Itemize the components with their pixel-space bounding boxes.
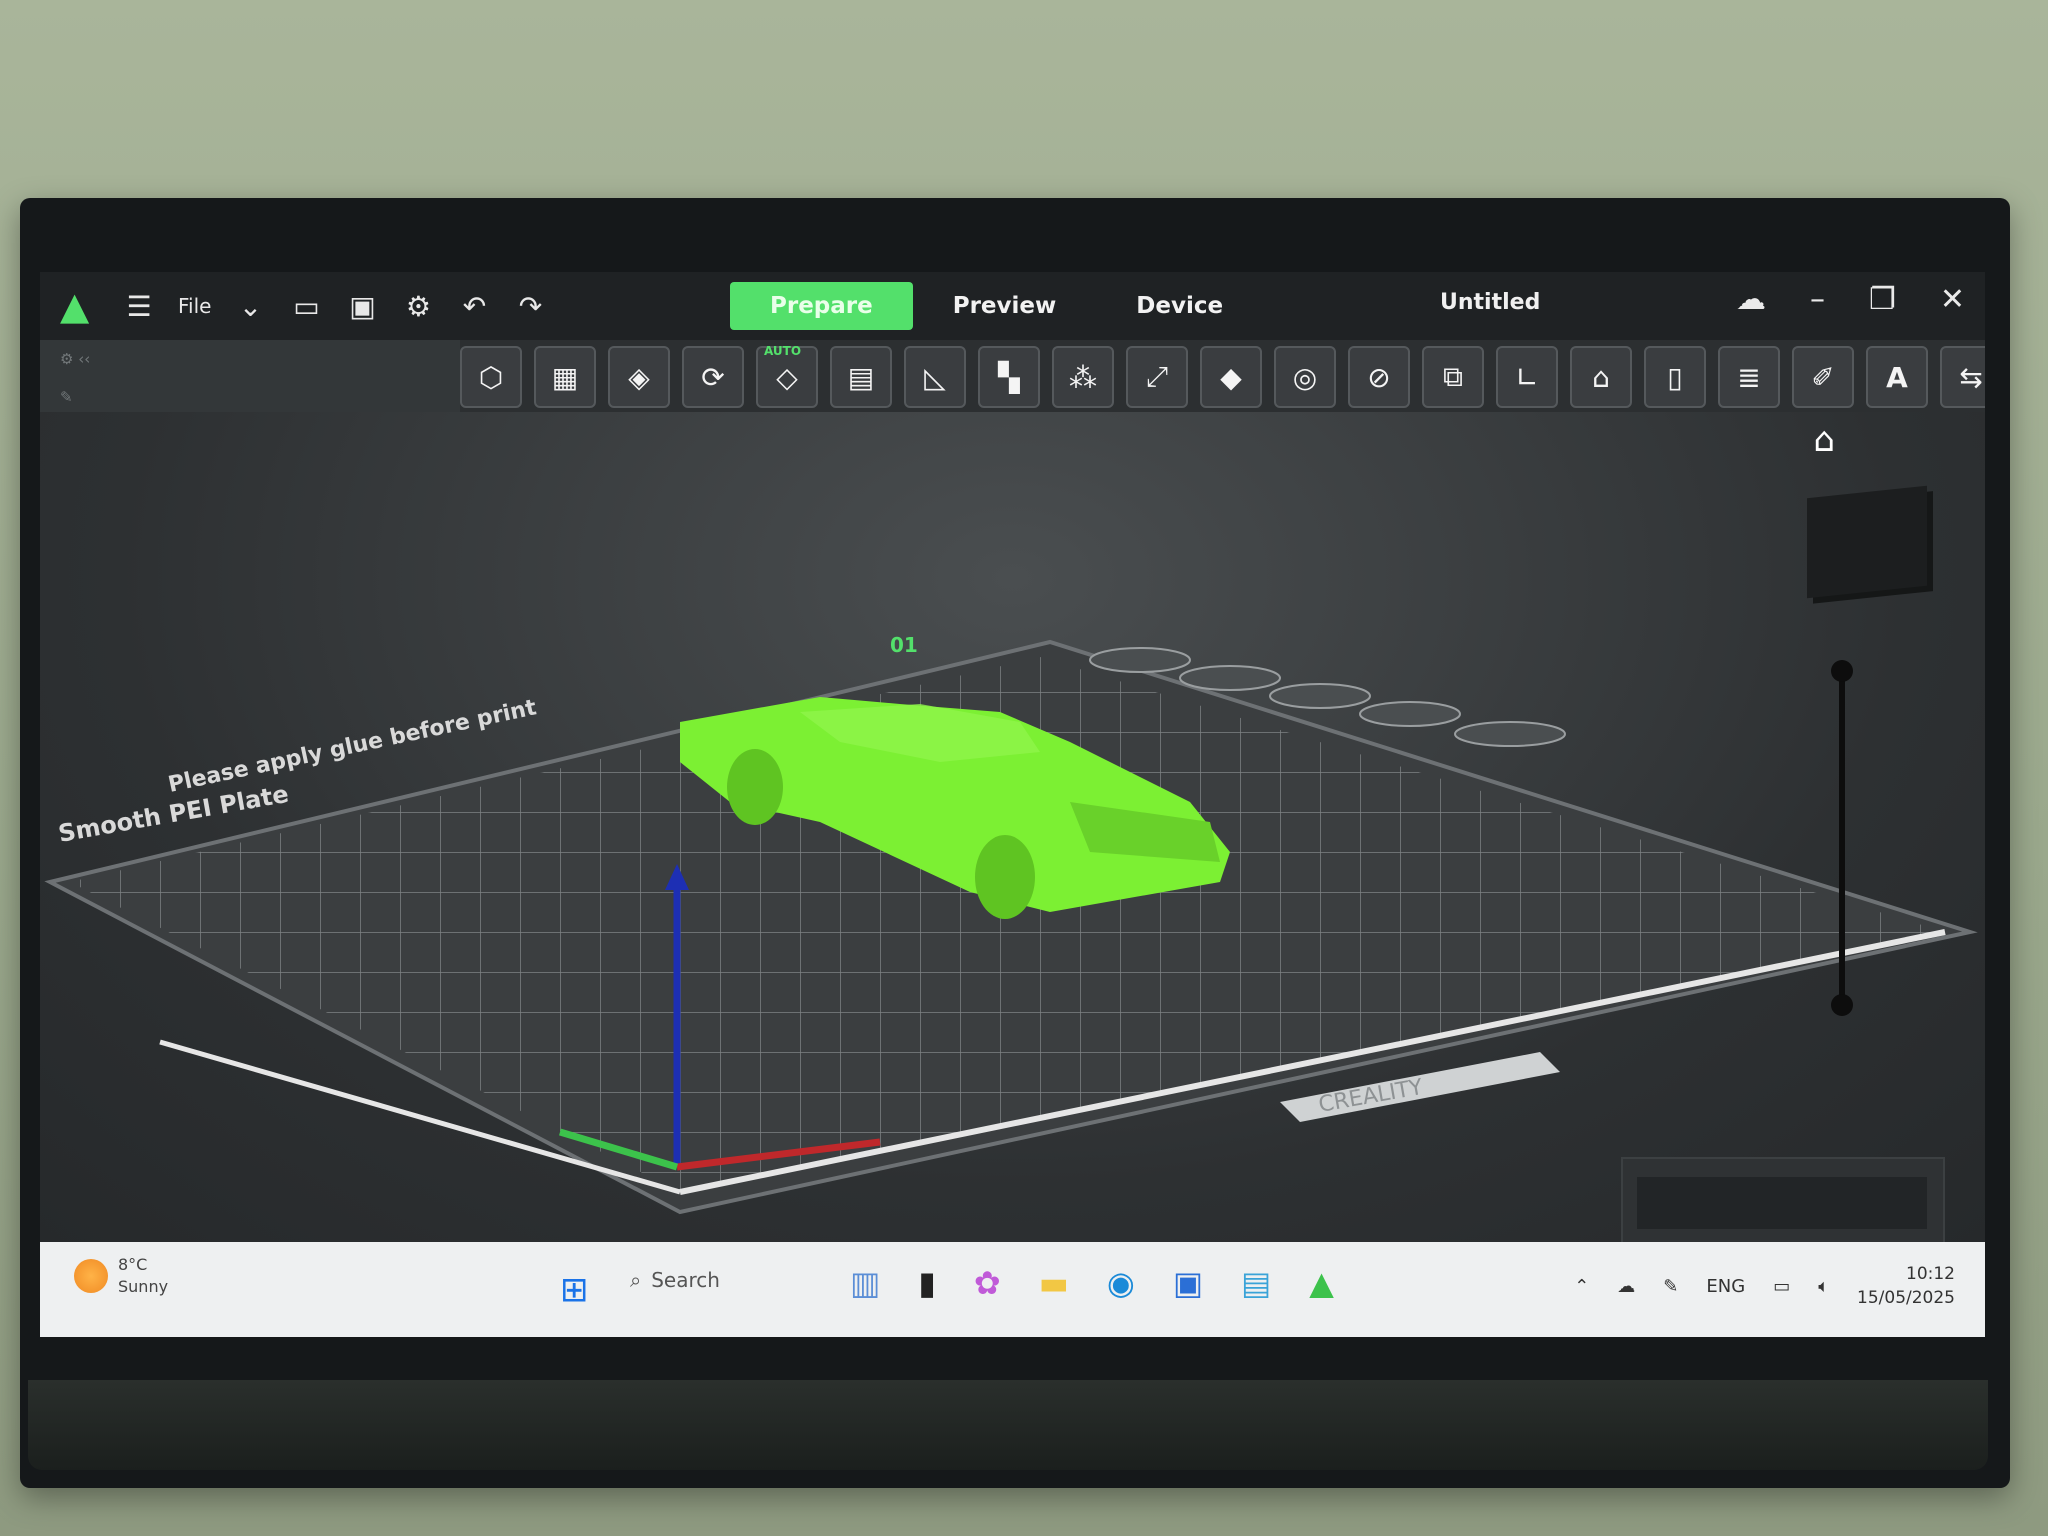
monitor-bezel (28, 1380, 1988, 1470)
redo-icon[interactable]: ↷ (513, 290, 547, 323)
minimize-icon[interactable]: – (1810, 282, 1825, 317)
creality-print-icon[interactable]: ▲ (1309, 1264, 1334, 1302)
paint-icon[interactable]: ✐ (1792, 346, 1854, 408)
undo-icon[interactable]: ↶ (457, 290, 491, 323)
rotate-icon[interactable]: ⟳ (682, 346, 744, 408)
copilot-icon[interactable]: ✿ (974, 1264, 1001, 1302)
weather-temp: 8°C (118, 1255, 148, 1274)
window-controls: ☁ – ❐ ✕ (1736, 282, 1965, 317)
tab-preview[interactable]: Preview (913, 282, 1097, 330)
view-cube[interactable] (1807, 485, 1927, 599)
plate-close-button[interactable] (1089, 647, 1191, 673)
maximize-icon[interactable]: ❐ (1869, 282, 1896, 317)
auto-orient-icon[interactable]: AUTO ◇ (756, 344, 818, 408)
home-icon[interactable]: ⌂ (1813, 420, 1835, 460)
plate-arrange-button[interactable] (1269, 683, 1371, 709)
system-tray: ⌃ ☁ ✎ ENG ▭ 🔈︎ 10:12 15/05/2025 (1574, 1262, 1955, 1310)
cloud-icon[interactable]: ☁ (1617, 1276, 1635, 1297)
layer-slider-top-handle[interactable] (1831, 660, 1853, 682)
open-folder-icon[interactable]: ▭ (289, 290, 323, 323)
window-title: Untitled (1440, 290, 1541, 315)
arrange-icon[interactable]: ▚ (978, 346, 1040, 408)
file-explorer-icon[interactable]: ▬ (1039, 1264, 1069, 1302)
chevron-down-icon[interactable]: ⌄ (233, 290, 267, 323)
clock-time: 10:12 (1906, 1264, 1955, 1284)
grid-pattern-icon[interactable]: ◈ (608, 346, 670, 408)
add-plate-icon[interactable]: ▦ (534, 346, 596, 408)
tab-device[interactable]: Device (1096, 282, 1263, 330)
file-menu[interactable]: File (178, 294, 211, 318)
plate-lock-button[interactable] (1359, 701, 1461, 727)
main-tabs: Prepare Preview Device (730, 282, 1263, 330)
hollow-icon[interactable]: ◎ (1274, 346, 1336, 408)
auto-badge: AUTO (764, 344, 802, 358)
task-view-icon[interactable]: ▮ (918, 1264, 936, 1302)
language-indicator[interactable]: ENG (1706, 1276, 1745, 1297)
plate-number: 01 (890, 633, 918, 657)
app-logo-icon: ▲ (60, 284, 90, 328)
side-panel-row: ⚙ ‹‹ (60, 350, 91, 368)
pen-icon[interactable]: ✎ (1663, 1276, 1678, 1297)
close-icon[interactable]: ✕ (1940, 282, 1965, 317)
add-model-icon[interactable]: ⬡ (460, 346, 522, 408)
volume-icon[interactable]: 🔈︎ (1818, 1276, 1829, 1297)
layers-icon[interactable]: ≣ (1718, 346, 1780, 408)
search-placeholder: Search (651, 1268, 720, 1292)
info-row (1637, 1177, 1927, 1229)
windows-start-icon[interactable]: ⊞ (560, 1270, 589, 1310)
layout-icon[interactable]: ▤ (830, 346, 892, 408)
side-panel-edit-icon[interactable]: ✎ (40, 378, 460, 416)
weather-widget[interactable]: 8°C Sunny (74, 1254, 168, 1298)
menu-icon[interactable]: ☰ (122, 290, 156, 323)
scale-icon[interactable]: ⤢ (1126, 346, 1188, 408)
app-icon[interactable]: ▤ (1241, 1264, 1271, 1302)
clock-date: 15/05/2025 (1857, 1288, 1955, 1308)
settings-icon[interactable]: ⚙ (401, 290, 435, 323)
3d-viewport[interactable]: CREALITY Please apply glue before print … (40, 412, 1985, 1326)
layer-slider-bottom-handle[interactable] (1831, 994, 1853, 1016)
widget-icon[interactable]: ▥ (850, 1264, 880, 1302)
seam-icon[interactable]: ▯ (1644, 346, 1706, 408)
cut-icon[interactable]: ⊘ (1348, 346, 1410, 408)
store-icon[interactable]: ▣ (1173, 1264, 1203, 1302)
title-bar: ▲ ☰ File ⌄ ▭ ▣ ⚙ ↶ ↷ Prepare Preview Dev… (40, 272, 1985, 340)
brand-text: CREALITY (1317, 1075, 1426, 1118)
save-icon[interactable]: ▣ (345, 290, 379, 323)
taskbar-apps: ▥ ▮ ✿ ▬ ◉ ▣ ▤ ▲ (850, 1264, 1334, 1302)
text-icon[interactable]: A (1866, 346, 1928, 408)
arrange-all-icon[interactable]: ⁂ (1052, 346, 1114, 408)
network-icon[interactable]: ▭ (1773, 1276, 1790, 1297)
cloud-upload-icon[interactable]: ☁ (1736, 282, 1766, 317)
plate-list-button[interactable] (1179, 665, 1281, 691)
build-plate: CREALITY Please apply glue before print … (44, 633, 1978, 1215)
measure-icon[interactable]: ∟ (1496, 346, 1558, 408)
plate-settings-button[interactable] (1454, 721, 1566, 747)
support-icon[interactable]: ⌂ (1570, 346, 1632, 408)
clock[interactable]: 10:12 15/05/2025 (1857, 1262, 1955, 1310)
layer-slider[interactable] (1839, 672, 1845, 1002)
boolean-icon[interactable]: ⧉ (1422, 346, 1484, 408)
split-icon[interactable]: ⇆ (1940, 346, 1985, 408)
screen: ▲ ☰ File ⌄ ▭ ▣ ⚙ ↶ ↷ Prepare Preview Dev… (40, 272, 1985, 1337)
edge-icon[interactable]: ◉ (1107, 1264, 1135, 1302)
tab-prepare[interactable]: Prepare (730, 282, 913, 330)
chevron-up-icon[interactable]: ⌃ (1574, 1276, 1589, 1297)
cube-view-icon[interactable]: ◆ (1200, 346, 1262, 408)
lay-flat-icon[interactable]: ◺ (904, 346, 966, 408)
weather-desc: Sunny (118, 1277, 169, 1296)
taskbar: 8°C Sunny ⊞ ⌕ Search ▥ ▮ ✿ ▬ ◉ ▣ ▤ ▲ ⌃ ☁… (40, 1242, 1985, 1337)
model-toolbar: ⬡ ▦ ◈ ⟳ AUTO ◇ ▤ ◺ ▚ ⁂ ⤢ ◆ ◎ ⊘ ⧉ ∟ ⌂ ▯ ≣ … (460, 342, 1985, 412)
sun-icon (74, 1259, 108, 1293)
taskbar-search[interactable]: ⌕ Search (630, 1268, 720, 1292)
search-icon: ⌕ (630, 1268, 642, 1292)
